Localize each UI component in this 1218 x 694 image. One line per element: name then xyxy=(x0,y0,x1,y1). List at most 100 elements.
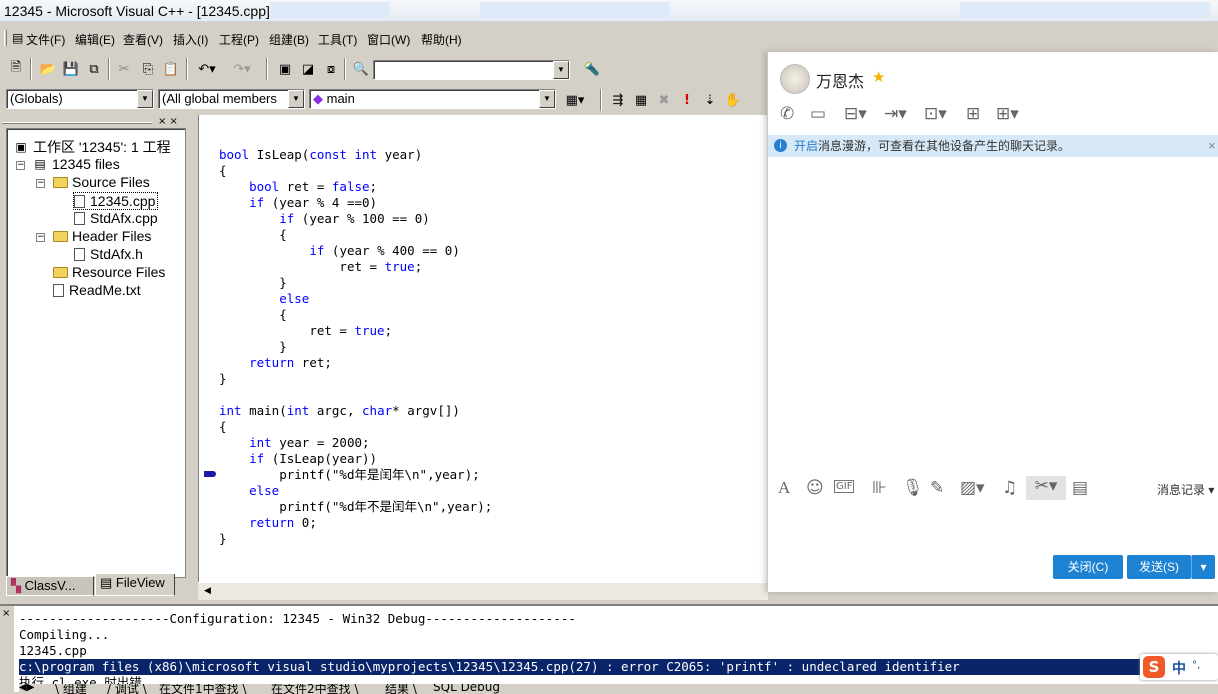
message-history-link[interactable]: 消息记录 ▾ xyxy=(1157,481,1214,498)
compile-icon[interactable]: ⇶ xyxy=(608,90,628,110)
find-in-files-icon[interactable]: 🔍 xyxy=(351,59,371,79)
tree-file-stdafx-cpp[interactable]: StdAfx.cpp xyxy=(74,210,158,226)
copy-icon[interactable]: ⎘ xyxy=(138,59,158,79)
new-text-file-icon[interactable]: 🗎 xyxy=(6,59,26,79)
scissors-icon[interactable]: ✂▾ xyxy=(1026,476,1066,500)
notice-link[interactable]: 开启 xyxy=(794,139,818,153)
code-line: } xyxy=(219,531,227,546)
gif-icon[interactable]: GIF xyxy=(834,480,855,493)
tree-workspace-root[interactable]: ▣ 工作区 '12345': 1 工程 xyxy=(13,137,170,157)
font-icon[interactable]: A xyxy=(778,478,790,498)
output-error-line[interactable]: c:\program files (x86)\microsoft visual … xyxy=(19,659,1218,675)
menu-build[interactable]: 组建(B) xyxy=(269,31,309,48)
menu-tools[interactable]: 工具(T) xyxy=(318,31,357,48)
tab-build[interactable]: \ 组建 xyxy=(55,684,87,694)
sogou-logo-icon[interactable]: S xyxy=(1143,656,1165,678)
tab-results[interactable]: 结果 \ xyxy=(385,684,417,694)
tree-source-files[interactable]: Source Files xyxy=(53,174,150,190)
tab-find2[interactable]: 在文件2中查找 \ xyxy=(271,684,359,694)
tree-project[interactable]: ▤ 12345 files xyxy=(32,156,119,172)
chat-input[interactable] xyxy=(768,504,1218,550)
shake-icon[interactable]: ⊪ xyxy=(872,478,887,498)
avatar[interactable] xyxy=(780,64,810,94)
emoji-icon[interactable]: ☺ xyxy=(806,478,824,498)
wizard-action-icon[interactable]: ▦▾ xyxy=(560,90,590,110)
menu-insert[interactable]: 插入(I) xyxy=(173,31,208,48)
execute-icon[interactable]: ! xyxy=(677,90,697,110)
go-icon[interactable]: ⇣ xyxy=(700,90,720,110)
app-grid-icon[interactable]: ⊞▾ xyxy=(996,104,1019,124)
close-icon[interactable]: × xyxy=(2,608,10,619)
menu-project[interactable]: 工程(P) xyxy=(219,31,259,48)
menu-file[interactable]: 文件(F) xyxy=(26,31,65,48)
redo-icon[interactable]: ↷▾ xyxy=(228,59,256,79)
pen-icon[interactable]: ✎ xyxy=(930,478,944,498)
remote-desktop-icon[interactable]: ⊡▾ xyxy=(924,104,947,124)
chevron-down-icon[interactable]: ▼ xyxy=(288,90,304,108)
find-combo[interactable]: ▼ xyxy=(373,60,570,80)
red-packet-icon[interactable]: ▤ xyxy=(1072,478,1088,498)
close-icon[interactable]: × xyxy=(1208,135,1216,157)
filter-combo[interactable]: (All global members ▼ xyxy=(158,89,305,109)
tab-sql-debug[interactable]: SQL Debug xyxy=(433,684,500,694)
menu-view[interactable]: 查看(V) xyxy=(123,31,163,48)
new-discussion-icon[interactable]: ⊞ xyxy=(966,104,980,124)
tab-find1[interactable]: 在文件1中查找 \ xyxy=(159,684,247,694)
cut-icon[interactable]: ✂ xyxy=(114,59,134,79)
collapse-icon[interactable]: − xyxy=(36,179,45,188)
member-combo[interactable]: ◆ main ▼ xyxy=(309,89,556,109)
microphone-icon[interactable]: 🎙 xyxy=(902,478,924,498)
tab-classview[interactable]: ▚ ClassV... xyxy=(6,576,94,596)
phone-icon[interactable]: ✆ xyxy=(780,104,794,124)
tree-file-stdafx-h[interactable]: StdAfx.h xyxy=(74,246,143,262)
punctuation-icon[interactable]: °, xyxy=(1192,660,1200,671)
tab-debug[interactable]: / 调试 \ xyxy=(107,684,147,694)
screen-share-icon[interactable]: ⊟▾ xyxy=(844,104,867,124)
collapse-icon[interactable]: − xyxy=(16,161,25,170)
panel-close-icon[interactable]: × × xyxy=(158,116,178,127)
contact-name[interactable]: 万恩杰 xyxy=(816,68,864,92)
window-list-icon[interactable]: ⧇ xyxy=(321,59,341,79)
save-icon[interactable]: 💾 xyxy=(61,59,81,79)
undo-icon[interactable]: ↶▾ xyxy=(193,59,221,79)
menu-file-icon[interactable]: ▤ xyxy=(12,31,23,45)
chevron-down-icon[interactable]: ▼ xyxy=(137,90,153,108)
send-options-icon[interactable]: ▾ xyxy=(1191,555,1215,579)
toolbar-separator xyxy=(600,89,602,111)
send-button[interactable]: 发送(S) xyxy=(1127,555,1191,579)
open-folder-icon[interactable]: 📂 xyxy=(38,59,58,79)
build-icon[interactable]: ▦ xyxy=(631,90,651,110)
find-icon[interactable]: 🔦 xyxy=(582,59,602,79)
code-editor[interactable]: bool IsLeap(const int year){ bool ret = … xyxy=(198,115,768,582)
collapse-icon[interactable]: − xyxy=(36,233,45,242)
ime-mode[interactable]: 中 xyxy=(1172,658,1186,678)
tree-label: StdAfx.cpp xyxy=(90,210,158,226)
video-icon[interactable]: ▭ xyxy=(810,104,826,124)
menu-help[interactable]: 帮助(H) xyxy=(421,31,462,48)
tab-fileview[interactable]: ▤ FileView xyxy=(95,574,175,596)
chevron-down-icon[interactable]: ▼ xyxy=(553,61,569,79)
close-button[interactable]: 关闭(C) xyxy=(1053,555,1123,579)
tree-resource-files[interactable]: Resource Files xyxy=(53,264,165,280)
tree-file-readme[interactable]: ReadMe.txt xyxy=(53,282,141,298)
output-icon[interactable]: ◪ xyxy=(298,59,318,79)
tree-header-files[interactable]: Header Files xyxy=(53,228,151,244)
message-area[interactable] xyxy=(768,158,1218,472)
image-icon[interactable]: ▨▾ xyxy=(960,478,985,498)
workspace-icon[interactable]: ▣ xyxy=(275,59,295,79)
class-combo[interactable]: (Globals) ▼ xyxy=(6,89,154,109)
file-transfer-icon[interactable]: ⇥▾ xyxy=(884,104,907,124)
menu-edit[interactable]: 编辑(E) xyxy=(75,31,115,48)
title-glass-3 xyxy=(960,2,1210,18)
menu-window[interactable]: 窗口(W) xyxy=(367,31,410,48)
scroll-left-icon[interactable]: ◀ xyxy=(204,586,211,596)
breakpoint-hand-icon[interactable]: ✋ xyxy=(723,90,743,110)
tree-file-12345-cpp[interactable]: 12345.cpp xyxy=(73,192,159,210)
save-all-icon[interactable]: ⧉ xyxy=(84,59,104,79)
paste-icon[interactable]: 📋 xyxy=(161,59,181,79)
stop-build-icon[interactable]: ✖ xyxy=(654,90,674,110)
editor-horizontal-scrollbar[interactable]: ◀ xyxy=(198,582,768,600)
chevron-down-icon[interactable]: ▼ xyxy=(539,90,555,108)
code-line: { xyxy=(219,307,287,322)
music-icon[interactable]: ♫ xyxy=(1002,478,1017,498)
